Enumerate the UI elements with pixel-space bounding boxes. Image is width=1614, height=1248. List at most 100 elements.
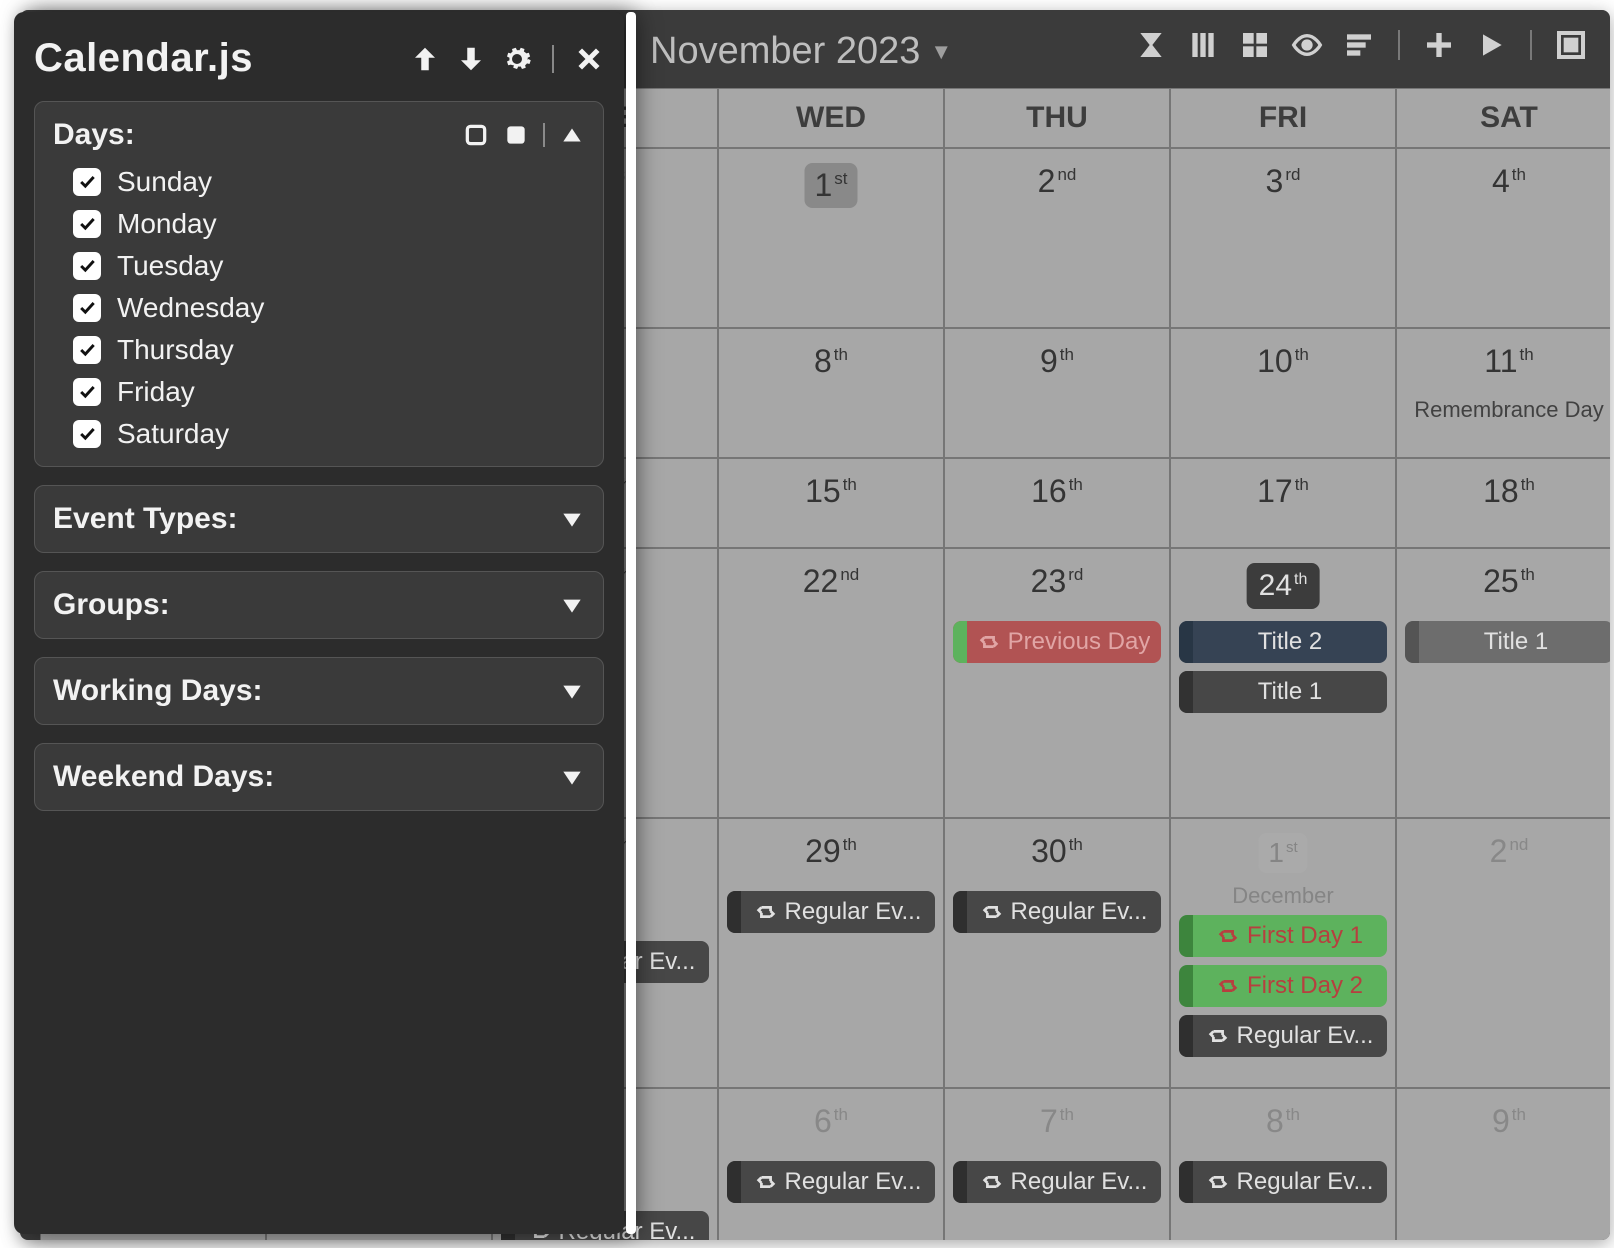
- day-number: 16th: [1031, 473, 1083, 510]
- calendar-cell[interactable]: 9th: [1396, 1088, 1610, 1240]
- event[interactable]: Title 1: [1405, 621, 1610, 663]
- event[interactable]: Regular Ev...: [953, 891, 1161, 933]
- checkbox-row[interactable]: Tuesday: [73, 250, 585, 282]
- event[interactable]: Regular Ev...: [727, 891, 935, 933]
- checkbox-row[interactable]: Thursday: [73, 334, 585, 366]
- columns-icon[interactable]: [1186, 28, 1220, 62]
- calendar-cell[interactable]: 6th Regular Ev...: [718, 1088, 944, 1240]
- events: Regular Ev...: [727, 891, 935, 933]
- calendar-cell[interactable]: 22nd: [718, 548, 944, 818]
- day-number: 8th: [814, 343, 848, 380]
- checkbox-row[interactable]: Saturday: [73, 418, 585, 450]
- section-weekend-days[interactable]: Weekend Days:: [34, 743, 604, 811]
- day-header: SAT: [1396, 88, 1610, 148]
- calendar-cell[interactable]: 30thRegular Ev...: [944, 818, 1170, 1088]
- separator: [1398, 30, 1400, 60]
- section-working-days-title: Working Days:: [53, 674, 263, 708]
- section-groups-title: Groups:: [53, 588, 170, 622]
- calendar-cell[interactable]: 9th: [944, 328, 1170, 458]
- list-icon[interactable]: [1342, 28, 1376, 62]
- section-days: Days: SundayMondayTuesdayWednesdayThursd…: [34, 101, 604, 467]
- calendar-cell[interactable]: 15th: [718, 458, 944, 548]
- event[interactable]: Regular Ev...: [1179, 1015, 1387, 1057]
- day-number: 4th: [1492, 163, 1526, 200]
- event[interactable]: Previous Day: [953, 621, 1161, 663]
- checkbox[interactable]: [73, 378, 101, 406]
- day-header: FRI: [1170, 88, 1396, 148]
- month-title[interactable]: November 2023 ▼: [650, 30, 952, 73]
- calendar-cell[interactable]: 1st: [718, 148, 944, 328]
- day-number: 25th: [1483, 563, 1535, 600]
- panel-header: Calendar.js: [34, 36, 604, 81]
- calendar-cell[interactable]: 8thRegular Ev...: [1170, 1088, 1396, 1240]
- calendar-cell[interactable]: 10th: [1170, 328, 1396, 458]
- checkbox-row[interactable]: Friday: [73, 376, 585, 408]
- calendar-cell[interactable]: 23rdPrevious Day: [944, 548, 1170, 818]
- events: First Day 1 First Day 2 Regular Ev...: [1179, 915, 1387, 1057]
- checkbox-label: Monday: [117, 208, 217, 240]
- day-number: 11th: [1484, 343, 1533, 380]
- day-number: 6th: [814, 1103, 848, 1140]
- select-all-icon[interactable]: [503, 122, 529, 148]
- plus-icon[interactable]: [1422, 28, 1456, 62]
- calendar-cell[interactable]: 3rd: [1170, 148, 1396, 328]
- checkbox-row[interactable]: Sunday: [73, 166, 585, 198]
- day-number: 10th: [1257, 343, 1309, 380]
- calendar-cell[interactable]: 2nd: [1396, 818, 1610, 1088]
- expand-down-icon[interactable]: [559, 764, 585, 790]
- calendar-cell[interactable]: 8th: [718, 328, 944, 458]
- expand-down-icon[interactable]: [559, 592, 585, 618]
- event[interactable]: First Day 1: [1179, 915, 1387, 957]
- calendar-cell[interactable]: 1st December First Day 1 First Day 2 Regular…: [1170, 818, 1396, 1088]
- gear-icon[interactable]: [502, 44, 532, 74]
- events: Title 2 Title 1: [1179, 621, 1387, 713]
- close-icon[interactable]: [574, 44, 604, 74]
- event[interactable]: First Day 2: [1179, 965, 1387, 1007]
- fullscreen-icon[interactable]: [1554, 28, 1588, 62]
- calendar-cell[interactable]: 4th: [1396, 148, 1610, 328]
- checkbox-row[interactable]: Monday: [73, 208, 585, 240]
- checkbox-label: Sunday: [117, 166, 212, 198]
- event[interactable]: Title 2: [1179, 621, 1387, 663]
- checkbox[interactable]: [73, 294, 101, 322]
- day-number: 1st: [1258, 833, 1307, 873]
- expand-down-icon[interactable]: [559, 506, 585, 532]
- checkbox-row[interactable]: Wednesday: [73, 292, 585, 324]
- event[interactable]: Regular Ev...: [1179, 1161, 1387, 1203]
- arrow-down-icon[interactable]: [456, 44, 486, 74]
- calendar-cell[interactable]: 24thTitle 2Title 1: [1170, 548, 1396, 818]
- calendar-cell[interactable]: 17th: [1170, 458, 1396, 548]
- calendar-cell[interactable]: 25th Title 1: [1396, 548, 1610, 818]
- event[interactable]: Regular Ev...: [727, 1161, 935, 1203]
- grid-icon[interactable]: [1238, 28, 1272, 62]
- play-icon[interactable]: [1474, 28, 1508, 62]
- panel-resize-handle[interactable]: [626, 12, 636, 1234]
- calendar-cell[interactable]: 7thRegular Ev...: [944, 1088, 1170, 1240]
- day-number: 2nd: [1490, 833, 1529, 870]
- section-groups[interactable]: Groups:: [34, 571, 604, 639]
- day-number: 9th: [1040, 343, 1074, 380]
- checkbox[interactable]: [73, 336, 101, 364]
- checkbox[interactable]: [73, 168, 101, 196]
- eye-icon[interactable]: [1290, 28, 1324, 62]
- expand-down-icon[interactable]: [559, 678, 585, 704]
- collapse-up-icon[interactable]: [559, 122, 585, 148]
- checkbox[interactable]: [73, 210, 101, 238]
- checkbox[interactable]: [73, 420, 101, 448]
- calendar-cell[interactable]: 29thRegular Ev...: [718, 818, 944, 1088]
- calendar-cell[interactable]: 18th: [1396, 458, 1610, 548]
- calendar-cell[interactable]: 2nd: [944, 148, 1170, 328]
- section-event-types[interactable]: Event Types:: [34, 485, 604, 553]
- checkbox[interactable]: [73, 252, 101, 280]
- calendar-cell[interactable]: 11thRemembrance Day: [1396, 328, 1610, 458]
- day-number: 15th: [805, 473, 857, 510]
- calendar-cell[interactable]: 16th: [944, 458, 1170, 548]
- hourglass-icon[interactable]: [1134, 28, 1168, 62]
- month-label: December: [1171, 883, 1395, 909]
- select-none-icon[interactable]: [463, 122, 489, 148]
- panel-title: Calendar.js: [34, 36, 253, 81]
- arrow-up-icon[interactable]: [410, 44, 440, 74]
- event[interactable]: Title 1: [1179, 671, 1387, 713]
- event[interactable]: Regular Ev...: [953, 1161, 1161, 1203]
- section-working-days[interactable]: Working Days:: [34, 657, 604, 725]
